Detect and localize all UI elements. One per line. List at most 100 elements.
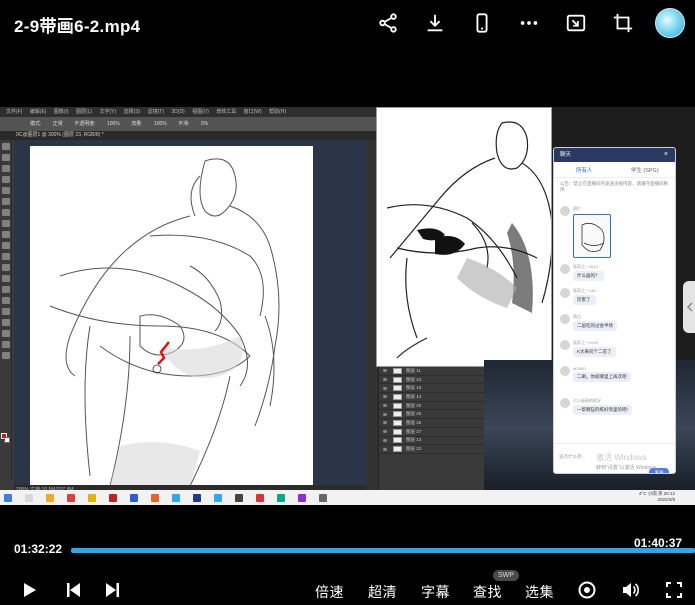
visibility-icon[interactable]	[383, 412, 387, 416]
fullscreen-button[interactable]	[663, 579, 685, 601]
chat-message: 七公画画的练好 一帮哪些的练好饰里的吧!	[560, 398, 632, 415]
download-icon[interactable]	[420, 8, 450, 38]
visibility-icon[interactable]	[383, 378, 387, 382]
search-icon[interactable]	[25, 493, 33, 502]
more-icon[interactable]	[514, 8, 544, 38]
search-button[interactable]: 查找	[473, 582, 502, 602]
speed-button[interactable]: 倍速	[315, 582, 344, 602]
visibility-icon[interactable]	[383, 447, 387, 451]
reference-drawing	[386, 121, 551, 359]
visibility-icon[interactable]	[383, 421, 387, 425]
chat-message: MOMO 二刷，你就哪里上再次吧	[560, 366, 631, 382]
app-icon[interactable]	[67, 493, 75, 502]
avatar	[560, 366, 570, 376]
layer-name: 图层 24	[406, 376, 422, 382]
wand-tool-icon	[1, 176, 10, 183]
subtitle-button[interactable]: 字幕	[421, 582, 450, 602]
app-icon[interactable]	[298, 493, 306, 502]
background-color-swatch	[4, 437, 10, 443]
chat-bubble: 厉害了	[573, 295, 596, 305]
progress-area: 01:32:22 01:40:37	[0, 536, 695, 562]
path-tool-icon	[1, 319, 10, 326]
folder-icon[interactable]	[88, 493, 96, 502]
layer-row[interactable]: 图层 27	[379, 428, 484, 437]
visibility-icon[interactable]	[383, 386, 387, 390]
picture-in-picture-icon[interactable]	[561, 8, 591, 38]
visibility-icon[interactable]	[383, 404, 387, 408]
target-icon	[578, 581, 596, 599]
photoshop-icon[interactable]	[193, 493, 201, 502]
chat-bubble: 一帮哪些的练好饰里的吧!	[573, 405, 632, 415]
chat-sender: 萌白	[573, 314, 581, 319]
layer-name: 图层 25	[406, 411, 422, 417]
layer-row[interactable]: 图层 10	[379, 384, 484, 394]
chevron-left-icon	[686, 302, 693, 312]
app-icon[interactable]	[109, 493, 117, 502]
chat-image-thumbnail	[581, 222, 605, 253]
chat-message: 画家之一2920 K大来问个二首了	[560, 340, 616, 357]
tab-all[interactable]: 所有人	[554, 166, 615, 174]
close-icon[interactable]: ×	[664, 148, 668, 162]
ps-menu-item: 图像(I)	[53, 109, 69, 115]
app-icon[interactable]	[151, 493, 159, 502]
layer-row[interactable]: 图层 11	[379, 367, 484, 376]
shape-tool-icon	[1, 330, 10, 337]
visibility-icon[interactable]	[383, 438, 387, 442]
app-icon[interactable]	[214, 493, 222, 502]
layer-row[interactable]: 图层 22	[379, 402, 484, 411]
layer-row[interactable]: 图层 22	[379, 445, 484, 454]
layer-name: 图层 22	[406, 402, 422, 408]
chat-header: 聊天 ×	[554, 148, 675, 162]
side-panel-toggle[interactable]	[683, 281, 695, 333]
app-icon[interactable]	[172, 493, 180, 502]
chat-sender: 画家之一1514	[573, 264, 598, 269]
app-icon[interactable]	[235, 493, 243, 502]
layer-row[interactable]: 图层 26	[379, 419, 484, 428]
reference-image	[376, 107, 552, 367]
layer-row[interactable]: 图层 14	[379, 393, 484, 402]
chat-message: 画家之一1514 什么画的？	[560, 264, 604, 281]
layer-thumbnail	[393, 367, 402, 374]
ps-menu-item: 滤镜(T)	[147, 109, 164, 115]
start-icon[interactable]	[4, 493, 12, 502]
history-brush-icon	[1, 242, 10, 249]
app-icon[interactable]	[319, 493, 327, 502]
layer-row[interactable]: 图层 25	[379, 410, 484, 420]
tab-students[interactable]: 学生 (SPG)	[615, 166, 676, 174]
visibility-icon[interactable]	[383, 395, 387, 399]
user-avatar[interactable]	[655, 8, 685, 38]
browser-icon[interactable]	[130, 493, 138, 502]
layer-row[interactable]: 图层 24	[379, 376, 484, 385]
layer-name: 图层 10	[406, 385, 422, 391]
layer-name: 图层 11	[406, 367, 421, 373]
share-icon[interactable]	[373, 8, 403, 38]
ps-menu-item: 选择(S)	[123, 109, 141, 115]
blur-tool-icon	[1, 275, 10, 282]
ps-menu-item: 视图(V)	[192, 109, 209, 115]
windows-taskbar: 4°C 小雨 英 20:12 2020/3/9	[0, 490, 695, 505]
visibility-icon[interactable]	[383, 369, 387, 373]
video-frame[interactable]: 文件(F) 编辑(E) 图像(I) 图层(L) 文字(Y) 选择(S) 滤镜(T…	[0, 107, 695, 505]
phone-icon[interactable]	[467, 8, 497, 38]
volume-button[interactable]	[619, 579, 641, 601]
app-icon[interactable]	[277, 493, 285, 502]
layer-name: 图层 26	[406, 419, 422, 425]
previous-button[interactable]	[62, 579, 84, 601]
app-icon[interactable]	[256, 493, 264, 502]
pen-tool-icon	[1, 297, 10, 304]
play-button[interactable]	[18, 579, 40, 601]
episodes-button[interactable]: 选集	[525, 582, 554, 602]
chat-image[interactable]	[573, 214, 611, 258]
chat-bubble: 什么画的？	[573, 271, 604, 281]
next-button[interactable]	[102, 579, 124, 601]
app-icon[interactable]	[46, 493, 54, 502]
progress-bar[interactable]	[71, 548, 695, 553]
ps-menu-item: 文件(F)	[6, 109, 23, 115]
lasso-tool-icon	[1, 165, 10, 172]
visibility-icon[interactable]	[383, 430, 387, 434]
quality-button[interactable]: 超清	[368, 582, 397, 602]
layer-row[interactable]: 图层 13	[379, 437, 484, 446]
crop-icon[interactable]	[608, 8, 638, 38]
chat-title: 聊天	[560, 152, 572, 158]
settings-button[interactable]	[576, 579, 598, 601]
